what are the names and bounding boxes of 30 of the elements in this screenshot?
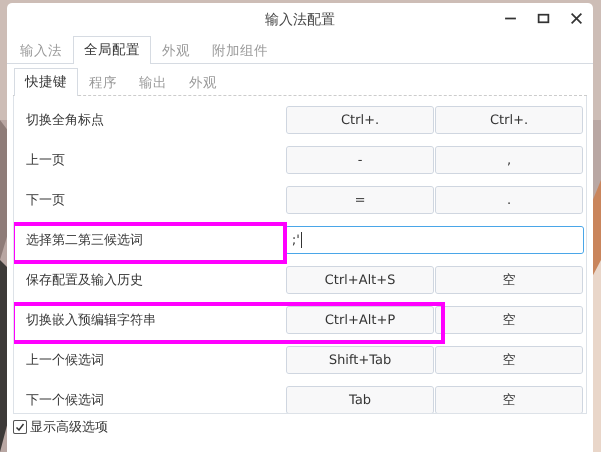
key-button[interactable]: Ctrl+. [435, 106, 583, 134]
key-button[interactable]: Ctrl+. [286, 106, 434, 134]
shortcut-label: 保存配置及输入历史 [25, 272, 144, 289]
key-button[interactable]: 空 [435, 386, 583, 413]
window-title: 输入法配置 [265, 10, 335, 28]
checkbox[interactable] [13, 420, 27, 434]
key-button[interactable]: Ctrl+Alt+P [286, 306, 434, 334]
shortcut-label: 上一个候选词 [25, 352, 105, 369]
key-button[interactable]: Tab [286, 386, 434, 413]
tab[interactable]: 全局配置 [73, 36, 151, 64]
key-button[interactable]: , [435, 146, 583, 174]
key-button[interactable]: = [286, 186, 434, 214]
key-button[interactable]: 空 [435, 266, 583, 294]
checkbox-label: 显示高级选项 [30, 419, 108, 436]
key-button[interactable]: Ctrl+Alt+S [286, 266, 434, 294]
key-button[interactable]: - [286, 146, 434, 174]
key-button[interactable]: . [435, 186, 583, 214]
shortcut-label: 切换全角标点 [25, 112, 105, 129]
shortcut-label: 选择第二第三候选词 [25, 232, 144, 249]
shortcut-label: 下一个候选词 [25, 392, 105, 409]
shortcut-label: 切换嵌入预编辑字符串 [25, 312, 157, 329]
maximize-icon[interactable] [537, 12, 550, 25]
key-button[interactable]: Shift+Tab [286, 346, 434, 374]
close-icon[interactable] [570, 12, 583, 25]
shortcut-label: 下一页 [25, 192, 66, 209]
input-field[interactable]: ;' [284, 226, 584, 254]
key-button[interactable]: 空 [435, 306, 583, 334]
key-button[interactable]: 空 [435, 346, 583, 374]
shortcut-label: 上一页 [25, 152, 66, 169]
tab[interactable]: 快捷键 [14, 68, 78, 96]
